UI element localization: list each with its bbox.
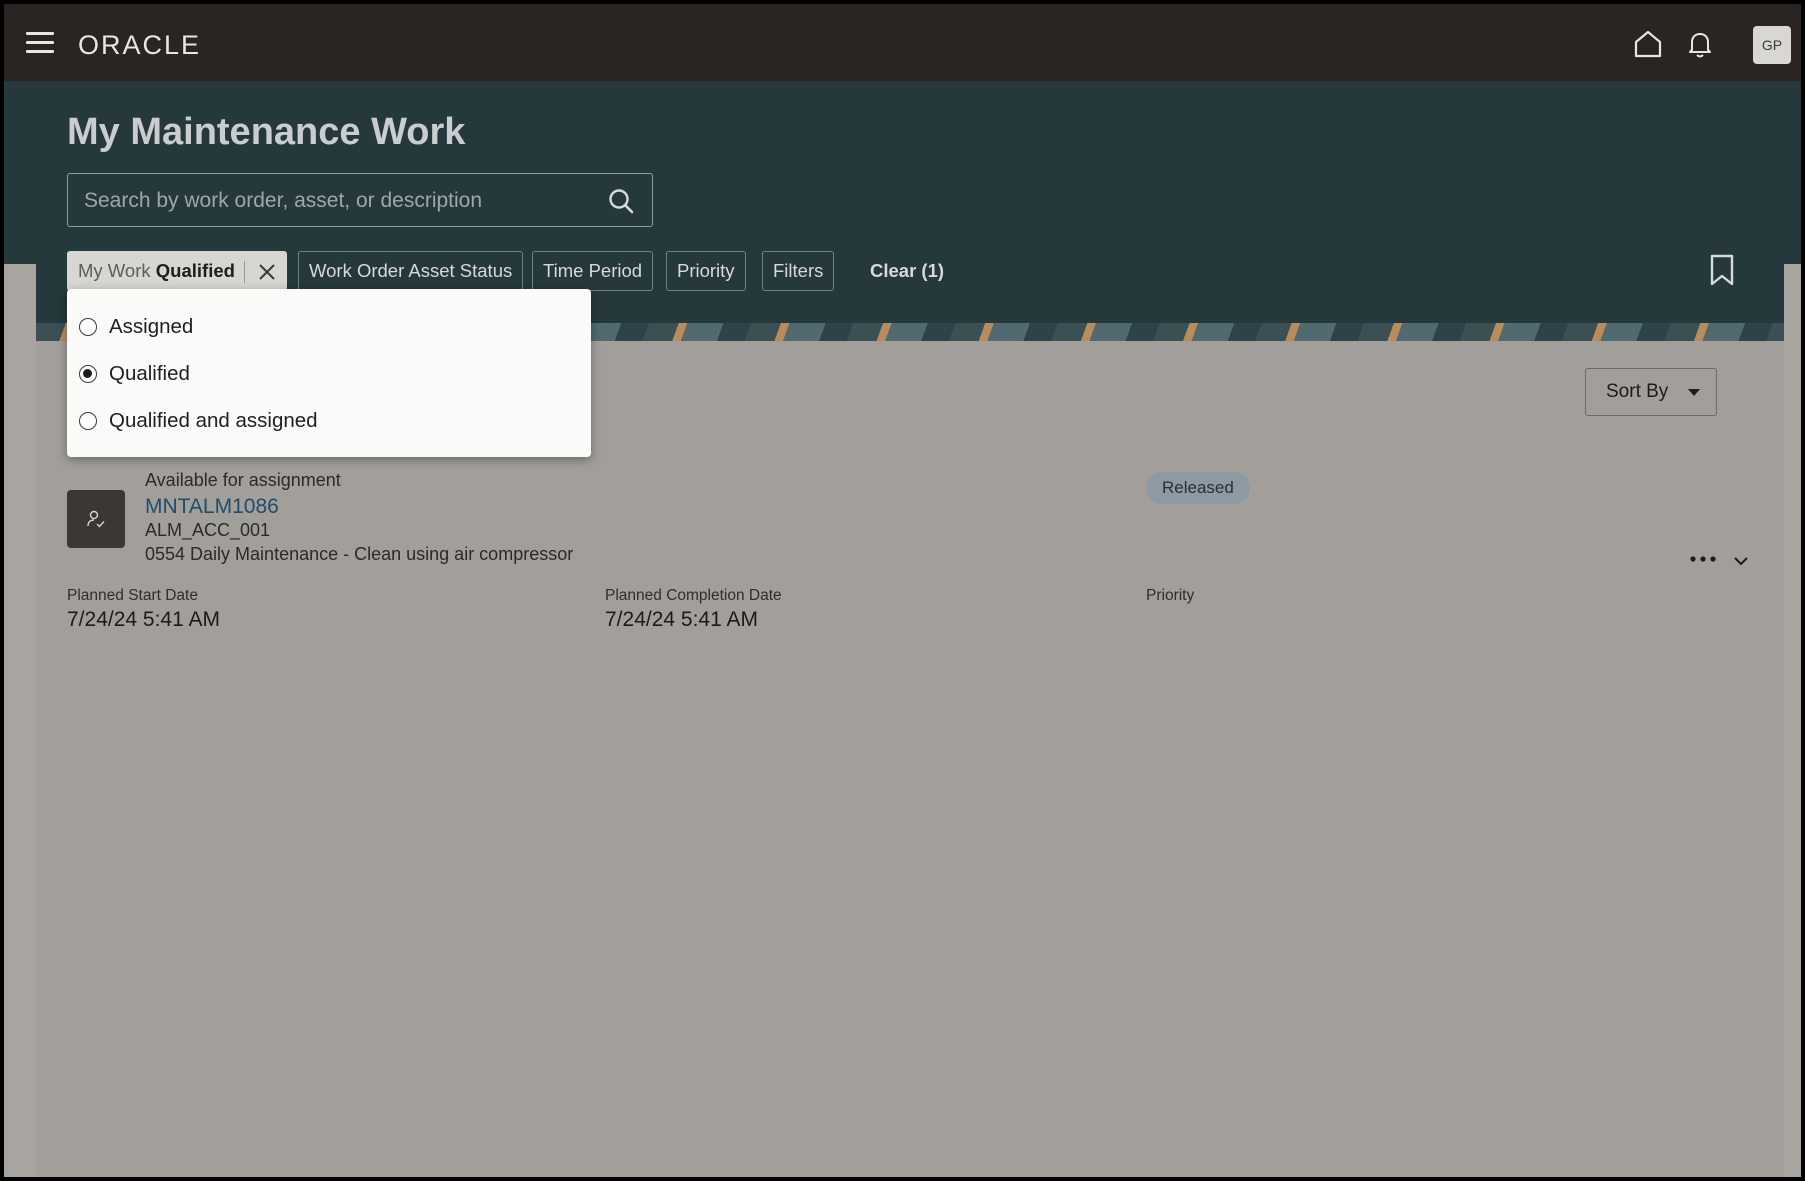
sort-by-label: Sort By xyxy=(1606,381,1669,402)
clear-filters-link[interactable]: Clear (1) xyxy=(870,251,944,291)
main-panel xyxy=(36,341,1784,1177)
page-title: My Maintenance Work xyxy=(67,111,466,153)
caret-down-icon xyxy=(1688,389,1700,396)
work-order-asset-status-chip[interactable]: Work Order Asset Status xyxy=(298,251,524,291)
home-icon[interactable] xyxy=(1632,28,1664,60)
work-order-description: 0554 Daily Maintenance - Clean using air… xyxy=(145,544,574,564)
bell-icon[interactable] xyxy=(1684,28,1716,60)
user-check-icon xyxy=(87,510,105,528)
option-assigned[interactable]: Assigned xyxy=(79,310,579,346)
work-order-asset: ALM_ACC_001 xyxy=(145,520,271,540)
priority-chip[interactable]: Priority xyxy=(666,251,746,291)
search-icon[interactable] xyxy=(607,187,635,215)
background-side-right xyxy=(1784,264,1801,1177)
work-order-number-link[interactable]: MNTALM1086 xyxy=(145,495,279,519)
my-work-chip-label: My Work xyxy=(78,260,151,281)
avatar[interactable]: GP xyxy=(1753,26,1791,64)
priority-label: Priority xyxy=(1146,587,1195,604)
oracle-logo: ORACLE xyxy=(78,30,202,60)
top-nav-bar: ORACLE GP xyxy=(4,4,1801,81)
time-period-chip[interactable]: Time Period xyxy=(532,251,654,291)
more-icon[interactable] xyxy=(1688,552,1718,566)
option-qualified[interactable]: Qualified xyxy=(79,357,579,393)
hamburger-icon[interactable] xyxy=(26,32,54,54)
work-order-thumbnail xyxy=(67,490,125,548)
planned-completion-date-value: 7/24/24 5:41 AM xyxy=(605,608,758,631)
chevron-down-icon[interactable] xyxy=(1732,554,1750,568)
status-badge: Released xyxy=(1146,472,1250,504)
sort-by-button[interactable]: Sort By xyxy=(1585,368,1717,416)
option-qualified-and-assigned[interactable]: Qualified and assigned xyxy=(79,404,579,440)
search-input[interactable] xyxy=(82,174,586,228)
option-label: Assigned xyxy=(109,315,194,338)
filters-chip[interactable]: Filters xyxy=(762,251,835,291)
background-side-left xyxy=(4,264,36,1177)
search-box xyxy=(67,173,653,228)
my-work-chip-value: Qualified xyxy=(155,260,235,281)
planned-start-date-label: Planned Start Date xyxy=(67,587,198,604)
planned-completion-date-label: Planned Completion Date xyxy=(605,587,782,604)
my-work-filter-chip[interactable]: My Work Qualified xyxy=(67,251,287,291)
bookmark-icon[interactable] xyxy=(1708,253,1736,287)
work-order-availability: Available for assignment xyxy=(145,470,341,490)
chip-divider xyxy=(244,261,245,283)
close-icon[interactable] xyxy=(253,258,281,286)
option-label: Qualified and assigned xyxy=(109,409,318,432)
option-label: Qualified xyxy=(109,362,190,385)
my-work-dropdown: Assigned Qualified Qualified and assigne… xyxy=(67,289,591,457)
app-frame: ORACLE GP My Maintenance Work My Work Qu… xyxy=(4,4,1801,1177)
radio-qualified-and-assigned[interactable] xyxy=(79,412,97,430)
radio-qualified[interactable] xyxy=(79,365,97,383)
planned-start-date-value: 7/24/24 5:41 AM xyxy=(67,608,220,631)
radio-assigned[interactable] xyxy=(79,318,97,336)
